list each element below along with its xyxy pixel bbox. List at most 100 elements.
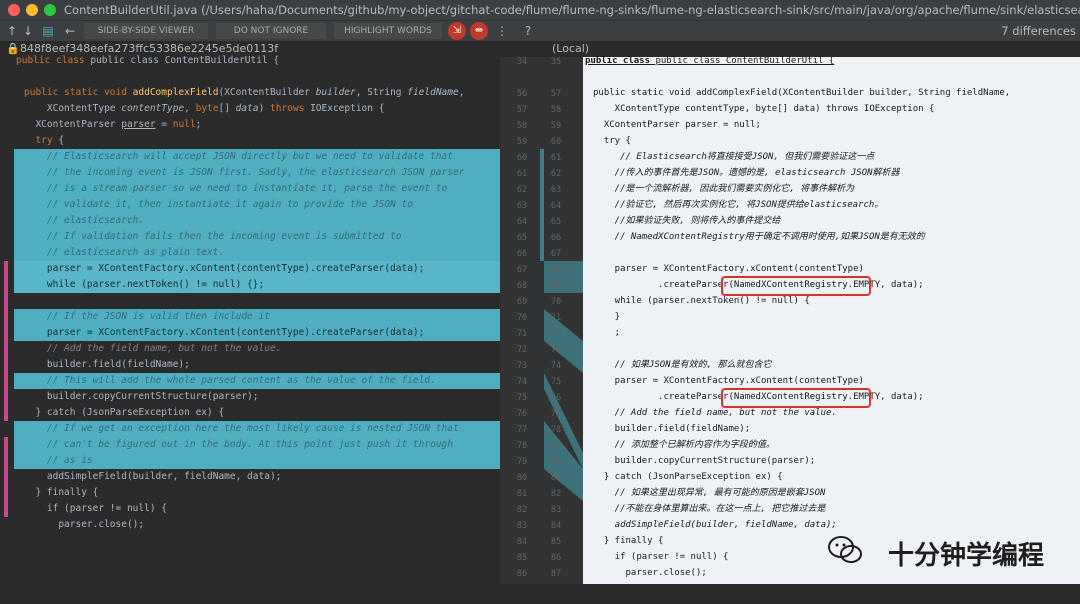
left-line-number: 65: [516, 233, 528, 243]
left-code-line: // If we get an exception here the most …: [24, 423, 459, 434]
right-code-line: // 如果这里出现异常, 最有可能的原因是嵌套JSON: [593, 488, 826, 498]
right-code-line: parser = XContentFactory.xContent(conten…: [593, 264, 864, 274]
left-line-number: 78: [516, 441, 528, 451]
left-line-number: 66: [516, 249, 528, 259]
left-code-line: // elasticsearch as plain text.: [24, 247, 225, 258]
left-code-line: // as is: [24, 455, 93, 466]
right-line-number: 86: [550, 553, 562, 563]
left-code-line: // elasticsearch.: [24, 215, 145, 226]
left-code-line: parser = XContentFactory.xContent(conten…: [24, 327, 425, 338]
right-line-number: 76: [550, 393, 562, 403]
right-line-number: 79: [550, 441, 562, 451]
right-code-line: public static void addComplexField(XCont…: [593, 88, 1011, 98]
arrow-down-icon[interactable]: ↓: [20, 23, 36, 39]
left-line-number: 82: [516, 505, 528, 515]
left-line-number: 74: [516, 377, 528, 387]
right-line-number: 66: [550, 233, 562, 243]
right-sticky-header: public class public class ContentBuilder…: [585, 56, 835, 66]
left-line-number: 62: [516, 185, 528, 195]
right-line-number: 69: [550, 281, 562, 291]
right-code-line: try {: [593, 136, 631, 146]
left-code-line: // If validation fails then the incoming…: [24, 231, 402, 242]
right-line-number: 73: [550, 345, 562, 355]
minimize-window-button[interactable]: [26, 4, 38, 16]
right-line-number: 65: [550, 217, 562, 227]
right-code-line: if (parser != null) {: [593, 552, 729, 562]
right-code-line: } catch (JsonParseException ex) {: [593, 472, 783, 482]
left-sticky-header: public class public class ContentBuilder…: [16, 55, 280, 66]
right-code-line: XContentParser parser = null;: [593, 120, 761, 130]
right-line-number: 57: [550, 89, 562, 99]
right-code-line: builder.field(fieldName);: [593, 424, 751, 434]
left-code-line: // If the JSON is valid then include it: [24, 311, 270, 322]
right-code-line: //不能在身体里算出来。在这一点上, 把它推过去是: [593, 504, 826, 514]
left-line-number: 81: [516, 489, 528, 499]
right-line-number: 75: [550, 377, 562, 387]
right-line-number: 62: [550, 169, 562, 179]
right-code-line: parser = XContentFactory.xContent(conten…: [593, 376, 864, 386]
right-line-number: 71: [550, 313, 562, 323]
left-code-line: // Add the field name, but not the value…: [24, 343, 282, 354]
left-line-number: 57: [516, 105, 528, 115]
right-line-number: 78: [550, 425, 562, 435]
right-code-line: //如果验证失败, 则将传入的事件提交给: [593, 216, 781, 226]
right-code-line: //是一个流解析器, 因此我们需要实例化它, 将事件解析为: [593, 184, 855, 194]
differences-count: 7 differences: [1001, 24, 1076, 38]
viewer-select[interactable]: SIDE-BY-SIDE VIEWER: [84, 23, 208, 39]
right-line-number: 81: [550, 473, 562, 483]
right-revision: (Local): [552, 42, 590, 55]
watermark-text: 十分钟学编程: [887, 541, 1044, 571]
left-line-number: 68: [516, 281, 528, 291]
right-code-line: }: [593, 312, 621, 322]
right-code-line: // Elasticsearch将直接接受JSON, 但我们需要验证这一点: [593, 152, 875, 162]
left-code-line: } finally {: [24, 487, 99, 498]
sync-scroll-icon[interactable]: ⇹: [470, 22, 488, 40]
right-line-number: 72: [550, 329, 562, 339]
left-code-line: // Elasticsearch will accept JSON direct…: [24, 151, 453, 162]
right-line-number: 87: [550, 569, 562, 579]
right-line-number: 59: [550, 121, 562, 131]
left-code-line: builder.field(fieldName);: [24, 359, 190, 370]
right-line-number: 64: [550, 201, 562, 211]
right-code-line: XContentType contentType, byte[] data) t…: [593, 104, 935, 114]
help-icon[interactable]: ?: [520, 23, 536, 39]
arrow-left-icon[interactable]: ←: [62, 23, 78, 39]
highlight-select[interactable]: HIGHLIGHT WORDS: [334, 23, 442, 39]
settings-icon[interactable]: ⋮: [494, 23, 510, 39]
window-title: ContentBuilderUtil.java (/Users/haha/Doc…: [64, 3, 1080, 17]
left-line-number: 64: [516, 217, 528, 227]
left-code-line: // the incoming event is JSON first. Sad…: [24, 167, 465, 178]
left-line-number: 69: [516, 297, 528, 307]
left-code-line: // is a stream parser so we need to inst…: [24, 183, 448, 194]
left-code-line: if (parser != null) {: [24, 503, 167, 514]
left-change-marker: [4, 437, 8, 517]
right-line-number: 77: [550, 409, 562, 419]
right-code-line: //验证它, 然后再次实例化它, 将JSON提供给elasticsearch。: [593, 200, 884, 210]
left-code-line: public static void addComplexField(XCont…: [24, 87, 465, 98]
status-bar: [0, 584, 1080, 604]
right-code-line: } finally {: [593, 536, 664, 546]
collapse-icon[interactable]: ⇲: [448, 22, 466, 40]
left-line-number: 61: [516, 169, 528, 179]
right-code-line: builder.copyCurrentStructure(parser);: [593, 456, 816, 466]
left-line-number: 59: [516, 137, 528, 147]
left-line-number: 79: [516, 457, 528, 467]
zoom-window-button[interactable]: [44, 4, 56, 16]
left-line-number: 70: [516, 313, 528, 323]
right-line-number: 82: [550, 489, 562, 499]
edit-source-icon[interactable]: ▤: [40, 23, 56, 39]
left-code-line: } catch (JsonParseException ex) {: [24, 407, 225, 418]
left-line-number: 67: [516, 265, 528, 275]
right-code-line: //传入的事件首先是JSON。遗憾的是, elasticsearch JSON解…: [593, 168, 900, 178]
left-line-number: 85: [516, 553, 528, 563]
close-window-button[interactable]: [8, 4, 20, 16]
right-line-number: 61: [550, 153, 562, 163]
left-line-number: 63: [516, 201, 528, 211]
arrow-up-icon[interactable]: ↑: [4, 23, 20, 39]
right-line-number: 80: [550, 457, 562, 467]
right-code-line: // 添加整个已解析内容作为字段的值。: [593, 440, 775, 450]
left-code-line: XContentType contentType, byte[] data) t…: [24, 103, 385, 114]
left-code-line: parser = XContentFactory.xContent(conten…: [24, 263, 425, 274]
left-code-line: addSimpleField(builder, fieldName, data)…: [24, 471, 282, 482]
ignore-select[interactable]: DO NOT IGNORE: [216, 23, 326, 39]
